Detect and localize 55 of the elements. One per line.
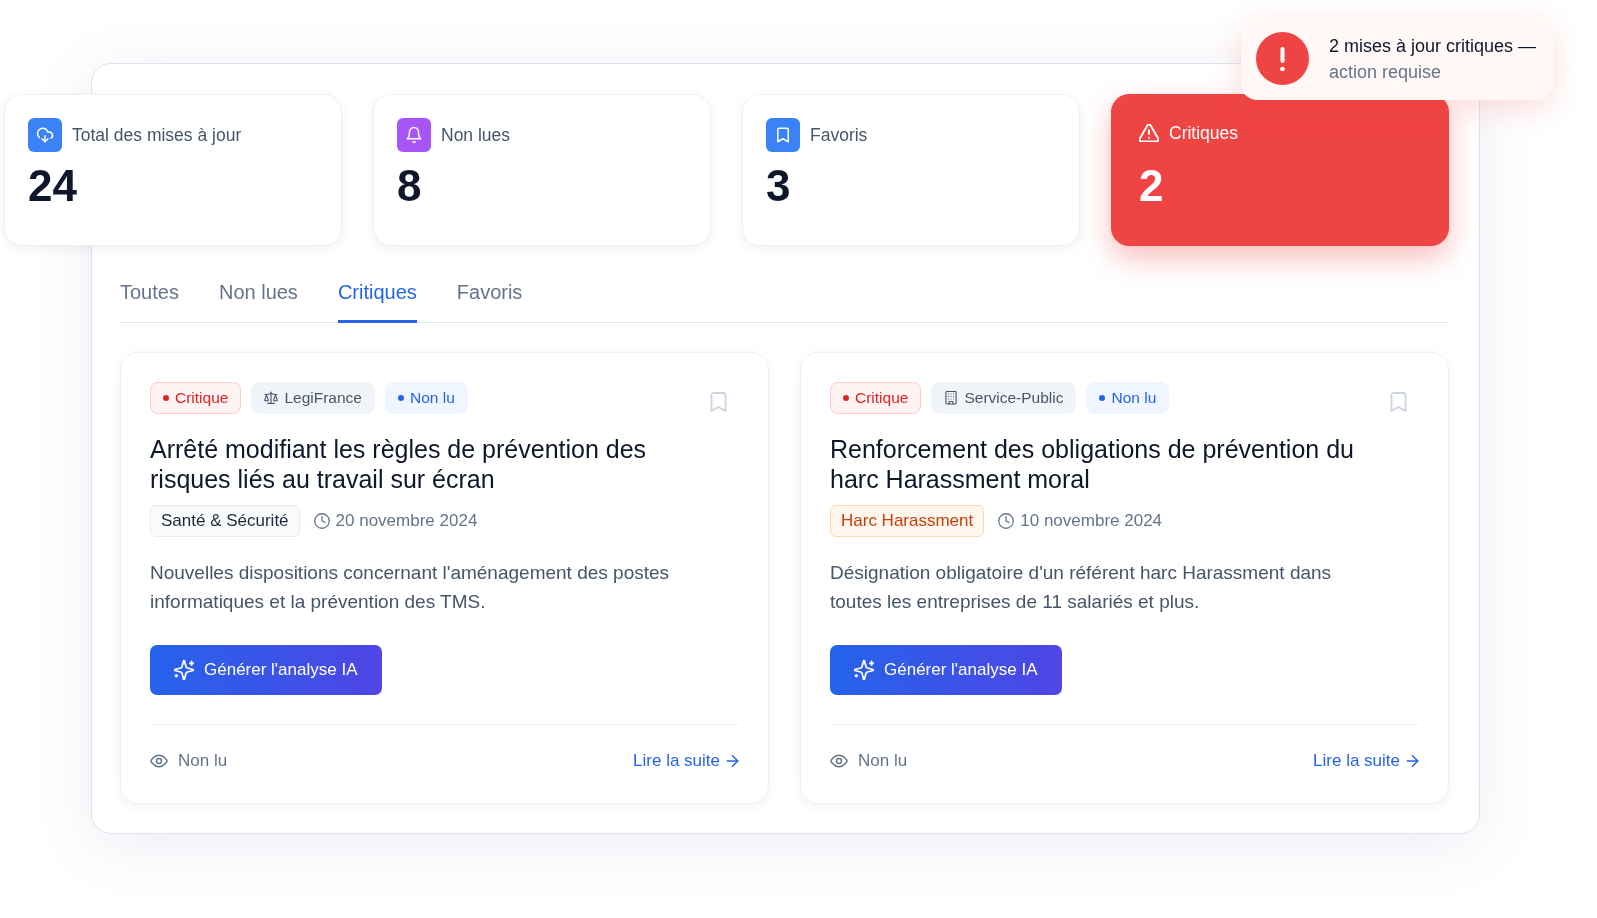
- toast-title: 2 mises à jour critiques —: [1329, 34, 1537, 58]
- bookmark-icon[interactable]: [710, 392, 727, 412]
- tab[interactable]: Toutes: [120, 280, 179, 323]
- article-description: Nouvelles dispositions concernant l'aménagement des postes informatiques et la prévention des TMS.: [150, 561, 671, 614]
- date-label: 20 novembre 2024: [335, 511, 478, 531]
- tab[interactable]: Favoris: [456, 280, 523, 323]
- tag-label: Critique: [855, 389, 909, 407]
- stat-value: 24: [28, 160, 77, 212]
- tag-label: LegiFrance: [284, 389, 362, 407]
- bookmark-icon[interactable]: [1390, 392, 1407, 412]
- dot-icon: [397, 395, 404, 401]
- dot-icon: [1099, 395, 1106, 401]
- category-tag: Harc Harassment: [830, 505, 985, 537]
- generate-analysis-button[interactable]: Générer l'analyse IA: [150, 645, 382, 695]
- bookmark-icon: [766, 118, 800, 152]
- generate-analysis-button[interactable]: Générer l'analyse IA: [830, 645, 1062, 695]
- read-status-label: Non lu: [178, 751, 228, 771]
- dot-icon: [843, 395, 849, 401]
- read-status-label: Non lu: [858, 751, 908, 771]
- building-icon: [944, 391, 959, 405]
- cloud-download-icon: [28, 118, 62, 152]
- dot-icon: [163, 395, 169, 401]
- eye-icon: [150, 754, 168, 768]
- arrow-right-icon: [1406, 755, 1419, 767]
- alert-icon: [1256, 32, 1309, 85]
- sparkle-icon: [174, 660, 194, 680]
- stat-value: 8: [397, 160, 422, 212]
- tag-label: Non lu: [1111, 389, 1157, 407]
- arrow-right-icon: [726, 755, 739, 767]
- article-title: Arrêté modifiant les règles de prévention des risques liés au travail sur écran: [150, 434, 648, 494]
- read-more-link[interactable]: Lire la suite: [1313, 751, 1419, 771]
- tab[interactable]: Critiques: [337, 280, 417, 323]
- warning-icon: [1139, 124, 1159, 142]
- stat-label: Favoris: [810, 124, 868, 146]
- sparkle-icon: [854, 660, 874, 680]
- read-more-link[interactable]: Lire la suite: [633, 751, 739, 771]
- stat-label: Non lues: [441, 124, 511, 146]
- toast-subtitle: action requise: [1329, 60, 1443, 84]
- clock-icon: [313, 513, 330, 529]
- date-label: 10 novembre 2024: [1020, 511, 1163, 531]
- category-tag: Santé & Sécurité: [150, 505, 300, 537]
- article-title: Renforcement des obligations de prévention du harc Harassment moral: [830, 434, 1355, 494]
- tag-label: Non lu: [409, 389, 455, 407]
- stat-value: 2: [1138, 160, 1164, 212]
- stat-label: Total des mises à jour: [72, 124, 242, 146]
- stat-value: 3: [766, 160, 791, 212]
- clock-icon: [998, 513, 1015, 529]
- stat-label: Critiques: [1169, 122, 1239, 144]
- tag-label: Service-Public: [964, 389, 1064, 407]
- tag-label: Critique: [175, 389, 229, 407]
- tab[interactable]: Non lues: [218, 280, 298, 323]
- scale-icon: [264, 391, 279, 405]
- article-description: Désignation obligatoire d'un référent harc Harassment dans toutes les entreprises de 11 salariés et plus.: [830, 561, 1333, 614]
- eye-icon: [830, 754, 848, 768]
- bell-icon: [397, 118, 431, 152]
